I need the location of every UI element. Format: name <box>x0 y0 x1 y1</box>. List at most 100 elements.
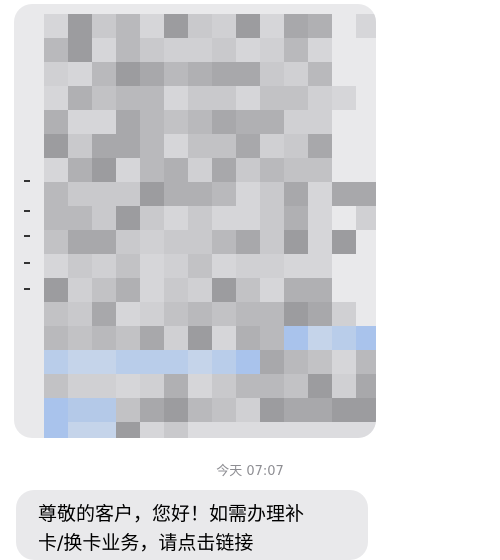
mosaic-cell <box>44 398 68 422</box>
mosaic-cell <box>164 230 188 254</box>
mosaic-cell <box>164 134 188 158</box>
mosaic-cell <box>188 230 212 254</box>
mosaic-cell <box>68 374 92 398</box>
mosaic-cell <box>68 278 92 302</box>
received-message-bubble[interactable]: 尊敬的客户，您好！如需办理补 卡/换卡业务，请点击链接 <box>16 490 368 560</box>
mosaic-cell <box>356 326 376 350</box>
mosaic-cell <box>44 158 68 182</box>
mosaic-cell <box>164 158 188 182</box>
mosaic-cell <box>284 86 308 110</box>
mosaic-cell <box>116 110 140 134</box>
mosaic-cell <box>212 230 236 254</box>
message-timestamp: 今天 07:07 <box>216 464 284 479</box>
mosaic-cell <box>140 134 164 158</box>
mosaic-cell <box>308 254 332 278</box>
mosaic-cell <box>188 110 212 134</box>
mosaic-cell <box>140 158 164 182</box>
mosaic-cell <box>212 326 236 350</box>
mosaic-cell <box>164 206 188 230</box>
mosaic-cell <box>236 158 260 182</box>
mosaic-cell <box>140 182 164 206</box>
mosaic-cell <box>308 110 332 134</box>
mosaic-cell <box>188 326 212 350</box>
mosaic-cell <box>260 350 284 374</box>
mosaic-cell <box>44 62 68 86</box>
mosaic-cell <box>284 206 308 230</box>
mosaic-cell <box>188 134 212 158</box>
mosaic-cell <box>236 254 260 278</box>
mosaic-cell <box>308 278 332 302</box>
mosaic-cell <box>140 86 164 110</box>
mosaic-cell <box>68 398 92 422</box>
mosaic-cell <box>356 374 376 398</box>
mosaic-cell <box>188 302 212 326</box>
mosaic-cell <box>44 326 68 350</box>
mosaic-cell <box>92 374 116 398</box>
mosaic-cell <box>44 230 68 254</box>
mosaic-cell <box>164 14 188 38</box>
mosaic-cell <box>92 110 116 134</box>
mosaic-cell <box>236 350 260 374</box>
mosaic-cell <box>212 398 236 422</box>
mosaic-cell <box>332 374 356 398</box>
mosaic-cell <box>68 302 92 326</box>
mosaic-cell <box>68 350 92 374</box>
mosaic-cell <box>92 254 116 278</box>
redaction-edge-mark <box>24 288 30 290</box>
mosaic-cell <box>164 398 188 422</box>
mosaic-cell <box>44 302 68 326</box>
mosaic-cell <box>116 62 140 86</box>
mosaic-cell <box>284 38 308 62</box>
mosaic-cell <box>116 14 140 38</box>
mosaic-cell <box>92 62 116 86</box>
mosaic-cell <box>92 38 116 62</box>
mosaic-cell <box>332 398 356 422</box>
mosaic-cell <box>188 206 212 230</box>
mosaic-cell <box>68 182 92 206</box>
mosaic-cell <box>164 374 188 398</box>
mosaic-cell <box>140 254 164 278</box>
mosaic-cell <box>188 350 212 374</box>
mosaic-cell <box>116 254 140 278</box>
mosaic-cell <box>308 374 332 398</box>
mosaic-cell <box>308 62 332 86</box>
mosaic-cell <box>116 326 140 350</box>
mosaic-cell <box>212 134 236 158</box>
mosaic-cell <box>260 230 284 254</box>
mosaic-cell <box>356 206 376 230</box>
mosaic-cell <box>68 230 92 254</box>
mosaic-cell <box>308 86 332 110</box>
mosaic-cell <box>212 182 236 206</box>
mosaic-cell <box>164 278 188 302</box>
mosaic-cell <box>44 134 68 158</box>
mosaic-cell <box>92 302 116 326</box>
mosaic-cell <box>212 110 236 134</box>
mosaic-cell <box>284 14 308 38</box>
mosaic-cell <box>236 62 260 86</box>
mosaic-cell <box>44 422 68 438</box>
mosaic-cell <box>164 302 188 326</box>
mosaic-cell <box>140 398 164 422</box>
mosaic-cell <box>236 302 260 326</box>
mosaic-cell <box>260 182 284 206</box>
mosaic-cell <box>260 254 284 278</box>
mosaic-cell <box>140 374 164 398</box>
mosaic-cell <box>212 86 236 110</box>
mosaic-cell <box>236 422 260 438</box>
mosaic-cell <box>164 86 188 110</box>
mosaic-cell <box>260 158 284 182</box>
mosaic-cell <box>188 182 212 206</box>
mosaic-cell <box>212 206 236 230</box>
mosaic-cell <box>188 86 212 110</box>
mosaic-cell <box>68 158 92 182</box>
mosaic-cell <box>284 254 308 278</box>
mosaic-cell <box>188 422 212 438</box>
received-message-bubble-redacted[interactable] <box>14 4 376 438</box>
mosaic-cell <box>92 326 116 350</box>
mosaic-cell <box>260 110 284 134</box>
mosaic-cell <box>260 206 284 230</box>
mosaic-cell <box>44 350 68 374</box>
mosaic-cell <box>308 302 332 326</box>
mosaic-cell <box>260 86 284 110</box>
redaction-edge-mark <box>24 235 30 237</box>
